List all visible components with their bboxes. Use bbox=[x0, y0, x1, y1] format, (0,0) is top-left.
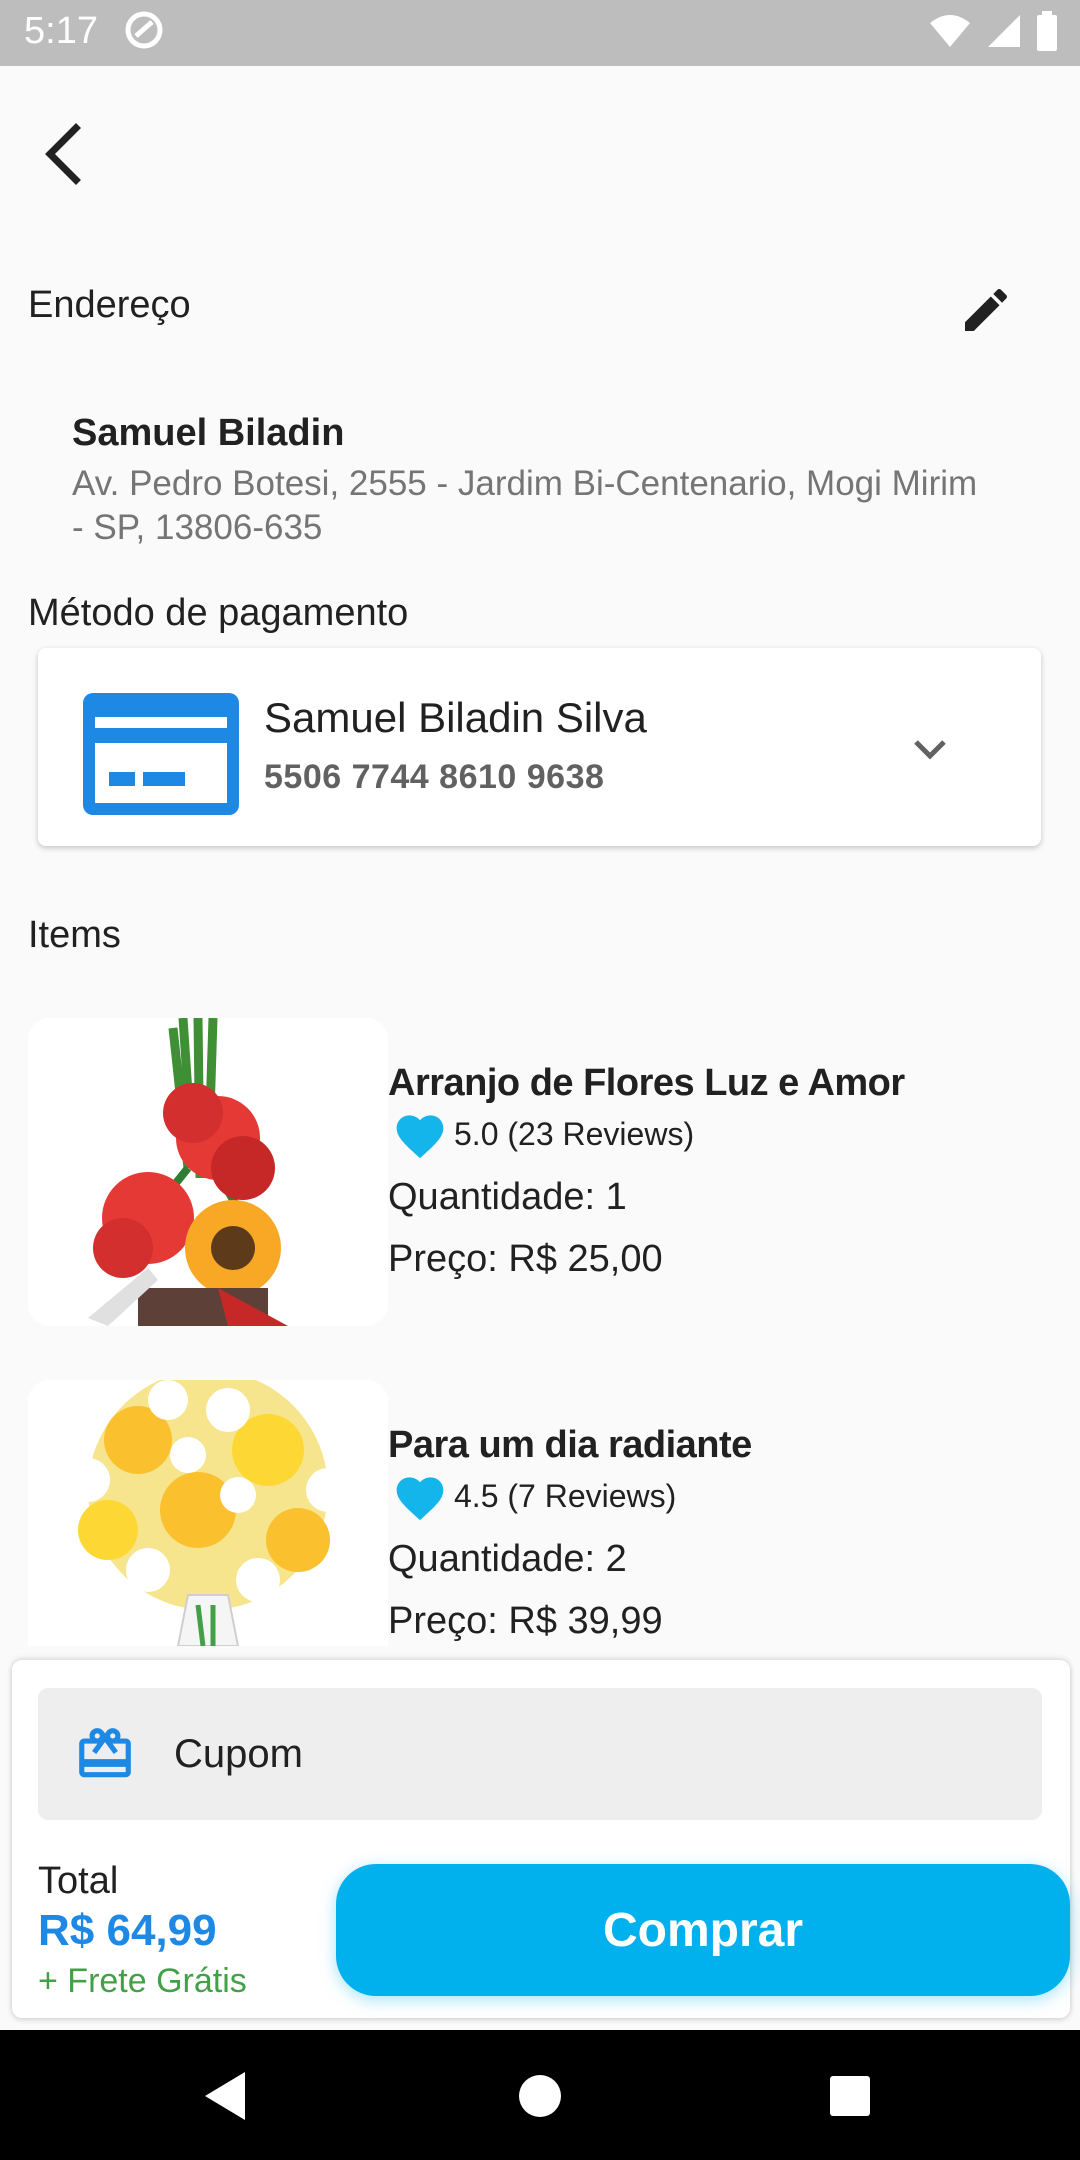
nav-recents-icon bbox=[830, 2076, 870, 2116]
coupon-field[interactable]: Cupom bbox=[38, 1688, 1042, 1820]
edit-address-button[interactable] bbox=[952, 276, 1020, 344]
nav-home-icon bbox=[519, 2075, 561, 2117]
system-nav-bar bbox=[0, 2030, 1080, 2160]
item-image[interactable] bbox=[28, 1380, 388, 1646]
edit-pencil-icon bbox=[965, 288, 1008, 331]
item-quantity: Quantidade: 1 bbox=[388, 1176, 627, 1218]
signal-icon bbox=[986, 13, 1022, 54]
address-section-title: Endereço bbox=[28, 284, 191, 326]
nav-back-button[interactable] bbox=[194, 2064, 258, 2128]
wifi-icon bbox=[928, 13, 972, 54]
coupon-label: Cupom bbox=[174, 1731, 303, 1776]
status-time: 5:17 bbox=[24, 10, 98, 52]
item-title: Arranjo de Flores Luz e Amor bbox=[388, 1062, 905, 1104]
item-rating: 4.5 (7 Reviews) bbox=[392, 1470, 676, 1522]
item-rating-text: 5.0 (23 Reviews) bbox=[454, 1115, 695, 1152]
back-button[interactable] bbox=[30, 118, 94, 190]
payment-section-title: Método de pagamento bbox=[28, 592, 409, 634]
nav-back-icon bbox=[205, 2072, 245, 2120]
back-arrow-icon bbox=[45, 123, 81, 185]
credit-card-icon bbox=[83, 693, 239, 815]
buy-button[interactable]: Comprar bbox=[336, 1864, 1070, 1996]
item-quantity: Quantidade: 2 bbox=[388, 1538, 627, 1580]
address-line: Av. Pedro Botesi, 2555 - Jardim Bi-Cente… bbox=[72, 464, 978, 547]
nav-home-button[interactable] bbox=[508, 2064, 572, 2128]
item-price: Preço: R$ 25,00 bbox=[388, 1238, 663, 1280]
total-value: R$ 64,99 bbox=[38, 1906, 217, 1955]
item-price: Preço: R$ 39,99 bbox=[388, 1600, 663, 1642]
items-section-title: Items bbox=[28, 914, 121, 956]
address-recipient-name: Samuel Biladin bbox=[72, 412, 345, 454]
item-title: Para um dia radiante bbox=[388, 1424, 752, 1466]
item-rating: 5.0 (23 Reviews) bbox=[392, 1108, 694, 1160]
total-label: Total bbox=[38, 1860, 119, 1902]
sync-icon bbox=[124, 10, 164, 50]
free-shipping-label: + Frete Grátis bbox=[38, 1962, 247, 2000]
card-holder-name: Samuel Biladin Silva bbox=[264, 694, 647, 741]
heart-icon bbox=[396, 1115, 444, 1159]
payment-method-card[interactable]: Samuel Biladin Silva 5506 7744 8610 9638 bbox=[38, 648, 1041, 846]
nav-recents-button[interactable] bbox=[818, 2064, 882, 2128]
item-rating-text: 4.5 (7 Reviews) bbox=[454, 1477, 677, 1514]
card-number: 5506 7744 8610 9638 bbox=[264, 758, 605, 796]
chevron-down-icon[interactable] bbox=[906, 726, 954, 774]
battery-icon bbox=[1036, 10, 1058, 56]
checkout-panel: Cupom Total R$ 64,99 + Frete Grátis Comp… bbox=[12, 1660, 1070, 2018]
heart-icon bbox=[396, 1477, 444, 1521]
gift-icon bbox=[79, 1728, 131, 1778]
status-bar: 5:17 bbox=[0, 0, 1080, 66]
item-image[interactable] bbox=[28, 1018, 388, 1326]
